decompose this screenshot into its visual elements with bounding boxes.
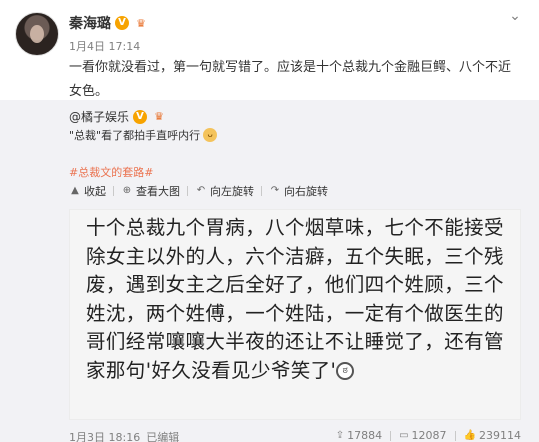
rotate-right-icon: ↷ [270, 185, 280, 196]
divider [454, 430, 456, 441]
rotate-right-label: 向右旋转 [284, 185, 328, 198]
comment-count: 12087 [411, 429, 447, 442]
image-text-content: 十个总裁九个胃病，八个烟草味，七个不能接受除女主以外的人，六个洁癖，五个失眠，三… [86, 216, 504, 382]
repost-stats: ⇪ 17884 ▭ 12087 👍 239114 [336, 429, 521, 442]
repost-meta: 1月3日 18:16 已编辑 [69, 429, 179, 442]
divider [390, 430, 392, 441]
repost-text-row: "总裁"看了都拍手直呼内行 ᴗ [69, 127, 218, 143]
share-icon: ⇪ [335, 430, 345, 441]
verified-badge-icon: V [133, 109, 148, 124]
rotate-left-label: 向左旋转 [210, 185, 254, 198]
rotate-right-button[interactable]: ↷ 向右旋转 [269, 183, 328, 199]
divider [261, 186, 262, 196]
divider [187, 186, 188, 196]
repost-timestamp[interactable]: 1月3日 18:16 [69, 429, 140, 442]
image-toolbar: ▲ 收起 ⊕ 查看大图 ↶ 向左旋转 ↷ 向右旋转 [69, 182, 328, 200]
repost-text: "总裁"看了都拍手直呼内行 [69, 129, 201, 142]
post-meta: 1月4日 17:14 [69, 38, 140, 54]
arrow-up-icon: ▲ [71, 185, 79, 196]
repost-author[interactable]: @橘子娱乐 [69, 108, 129, 125]
vip-crown-icon: ♛ [154, 110, 164, 123]
weibo-post: 秦海璐 V ♛ ⌄ 1月4日 17:14 一看你就没看过，第一句就写错了。应该是… [0, 0, 539, 442]
chevron-down-icon[interactable]: ⌄ [507, 8, 523, 24]
repost-count: 17884 [347, 429, 383, 442]
repost-block: @橘子娱乐 V ♛ "总裁"看了都拍手直呼内行 ᴗ #总裁文的套路# ▲ 收起 … [0, 100, 539, 442]
post-image[interactable]: 十个总裁九个胃病，八个烟草味，七个不能接受除女主以外的人，六个洁癖，五个失眠，三… [69, 209, 521, 420]
avatar[interactable] [15, 12, 59, 56]
rotate-left-icon: ↶ [196, 185, 206, 196]
like-count: 239114 [479, 429, 521, 442]
like-count-button[interactable]: 👍 239114 [464, 429, 521, 442]
repost-count-button[interactable]: ⇪ 17884 [336, 429, 382, 442]
rotate-left-button[interactable]: ↶ 向左旋转 [195, 183, 254, 199]
collapse-button[interactable]: ▲ 收起 [69, 183, 106, 199]
thumbs-up-icon: 👍 [463, 430, 476, 441]
divider [113, 186, 114, 196]
topic-link[interactable]: #总裁文的套路# [69, 164, 153, 180]
collapse-label: 收起 [84, 185, 106, 198]
image-text: 十个总裁九个胃病，八个烟草味，七个不能接受除女主以外的人，六个洁癖，五个失眠，三… [86, 214, 512, 386]
comment-count-button[interactable]: ▭ 12087 [399, 429, 446, 442]
magnify-icon: ⊕ [122, 185, 132, 196]
author-name[interactable]: 秦海璐 [69, 13, 111, 33]
edited-label: 已编辑 [146, 431, 180, 442]
emoji-icon: ᴗ [203, 128, 218, 142]
post-timestamp[interactable]: 1月4日 17:14 [69, 38, 140, 54]
verified-badge-icon: V [115, 16, 129, 30]
avatar-face [30, 25, 44, 43]
emoji-icon: ಠ [336, 362, 355, 381]
comment-icon: ▭ [399, 430, 409, 441]
post-text: 一看你就没看过，第一句就写错了。应该是十个总裁九个金融巨鳄、八个不近女色。 [69, 60, 512, 99]
vip-crown-icon: ♛ [136, 16, 146, 30]
repost-author-row: @橘子娱乐 V ♛ [69, 108, 167, 125]
author-row: 秦海璐 V ♛ [69, 12, 149, 34]
view-large-label: 查看大图 [136, 185, 180, 198]
view-large-button[interactable]: ⊕ 查看大图 [121, 183, 180, 199]
